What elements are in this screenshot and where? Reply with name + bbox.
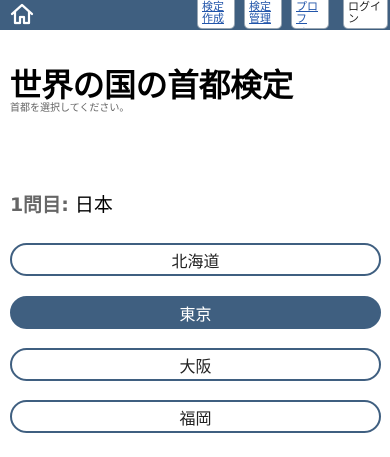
login-button[interactable]: ログイ ン (343, 0, 388, 29)
home-button[interactable] (8, 2, 36, 26)
profile-link[interactable]: プロフ ィール (291, 0, 329, 29)
manage-exam-link[interactable]: 検定 管理 (244, 0, 282, 29)
question-number: 1問目: (10, 194, 69, 216)
choice-fukuoka-button[interactable]: 福岡 (10, 400, 381, 433)
question-text: 日本 (74, 194, 113, 216)
question-heading: 1問目: 日本 (10, 190, 113, 217)
create-exam-link[interactable]: 検定 作成 (197, 0, 235, 29)
page-subtitle: 首都を選択してください。 (10, 103, 130, 114)
top-nav-bar: 検定 作成 検定 管理 プロフ ィール ログイ ン (0, 0, 390, 30)
choice-osaka-button[interactable]: 大阪 (10, 348, 381, 381)
choice-tokyo-button[interactable]: 東京 (10, 296, 381, 329)
choice-hokkaido-button[interactable]: 北海道 (10, 243, 381, 276)
home-icon (10, 3, 34, 25)
